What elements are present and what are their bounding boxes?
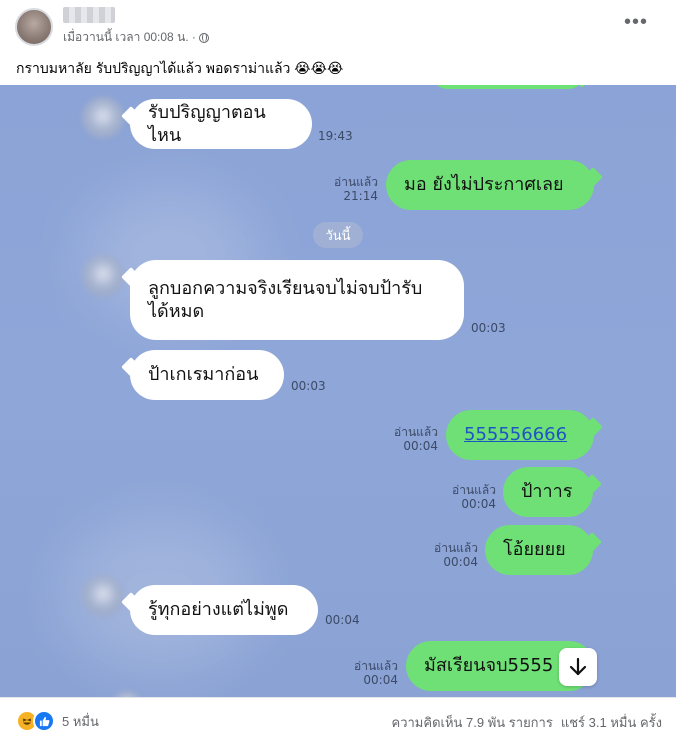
message-time: 00:04	[363, 673, 398, 687]
scroll-down-button[interactable]	[559, 648, 597, 686]
comment-count[interactable]: ความคิดเห็น 7.9 พัน รายการ	[392, 712, 553, 733]
day-divider: วันนี้	[313, 222, 363, 248]
post-footer: 5 หมื่น ความคิดเห็น 7.9 พัน รายการ แชร์ …	[0, 697, 676, 737]
share-count[interactable]: แชร์ 3.1 หมื่น ครั้ง	[561, 712, 662, 733]
author-avatar[interactable]	[15, 8, 53, 46]
more-dots-icon[interactable]: •••	[624, 12, 648, 32]
chat-bubble-outgoing: โอ้ยยยย ป้าาาร	[503, 467, 593, 517]
message-text: รับปริญญาตอนไหน	[148, 101, 266, 146]
post-time[interactable]: เมื่อวานนี้ เวลา 00:08 น. ·	[63, 28, 196, 47]
message-time: 21:14	[343, 189, 378, 203]
message-text: โอ้ยยยย	[503, 539, 566, 561]
reaction-count[interactable]: 5 หมื่น	[62, 711, 99, 732]
globe-icon	[198, 32, 209, 43]
contact-avatar	[82, 97, 124, 139]
message-link[interactable]: 555556666	[464, 423, 567, 446]
message-time: 00:04	[443, 555, 478, 569]
contact-avatar	[82, 255, 124, 297]
message-time: 00:03	[291, 379, 326, 393]
message-time: 00:03	[471, 321, 506, 335]
post-image-chat[interactable]: รับปริญญาตอนไหน 19:43 อ่านแล้ว 21:14 มอ …	[0, 85, 676, 697]
message-time: 19:43	[318, 129, 353, 143]
chat-bubble-incoming: ลูกบอกความจริงเรียนจบไม่จบป้ารับ ได้หมด	[130, 260, 464, 340]
contact-avatar	[82, 575, 124, 617]
message-text: มอ ยังไม่ประกาศเลย	[404, 174, 564, 196]
message-time: 00:04	[403, 439, 438, 453]
chat-bubble-partial	[433, 85, 583, 89]
post-meta: เมื่อวานนี้ เวลา 00:08 น. ·	[63, 28, 209, 47]
post-stats: ความคิดเห็น 7.9 พัน รายการ แชร์ 3.1 หมื่…	[392, 712, 662, 733]
reactions-summary[interactable]: 5 หมื่น	[16, 710, 99, 732]
post-header: เมื่อวานนี้ เวลา 00:08 น. · •••	[0, 0, 676, 56]
like-reaction-icon	[33, 710, 55, 732]
message-text: มัสเรียนจบ5555	[424, 655, 554, 677]
post-caption: กราบมหาลัย รับปริญญาได้แล้ว พอดราม่าแล้ว…	[16, 60, 344, 76]
message-text: ป้าเกเรมาก่อน	[148, 364, 259, 386]
author-name-redacted[interactable]	[63, 7, 115, 23]
message-time: 00:04	[461, 497, 496, 511]
chat-bubble-outgoing: 555556666	[446, 410, 594, 460]
chat-bubble-outgoing: โอ้ยยยย	[485, 525, 593, 575]
chat-bubble-incoming: ป้าเกเรมาก่อน	[130, 350, 284, 400]
chat-bubble-outgoing: มอ ยังไม่ประกาศเลย	[386, 160, 594, 210]
message-text-line2: ได้หมด	[148, 301, 205, 322]
message-text: ลูกบอกความจริงเรียนจบไม่จบป้ารับ	[148, 277, 423, 299]
chat-bubble-incoming: รับปริญญาตอนไหน	[130, 99, 312, 149]
chat-bubble-incoming: รู้ทุกอย่างแต่ไม่พูด	[130, 585, 318, 635]
message-text: รู้ทุกอย่างแต่ไม่พูด	[148, 599, 289, 621]
message-time: 00:04	[325, 613, 360, 627]
message-text: ป้าาาร	[521, 481, 573, 503]
arrow-down-icon	[569, 657, 587, 676]
